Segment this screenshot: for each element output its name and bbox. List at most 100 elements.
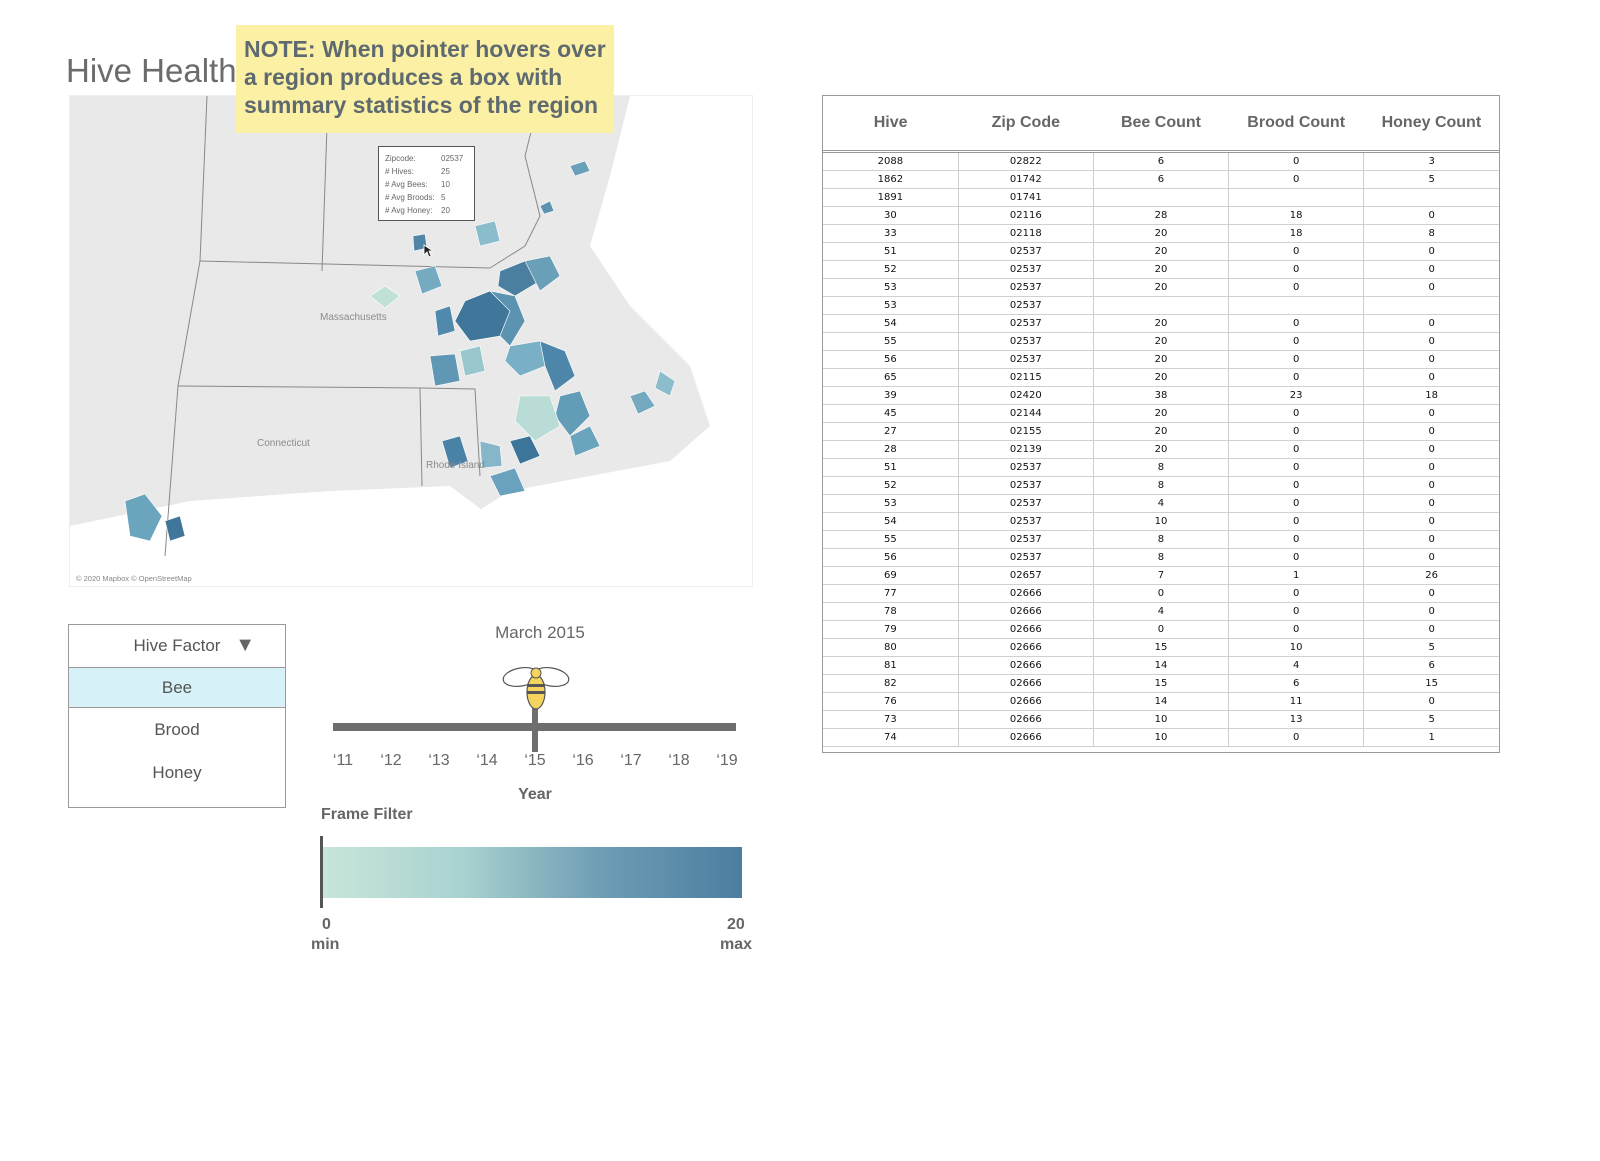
table-row[interactable]: 53 02537 20 0 0: [823, 278, 1499, 297]
table-cell: 0: [1363, 278, 1499, 297]
table-row[interactable]: 51 02537 8 0 0: [823, 458, 1499, 477]
table-row[interactable]: 27 02155 20 0 0: [823, 422, 1499, 441]
table-cell: 10: [1093, 728, 1230, 747]
column-header-brood-count[interactable]: Brood Count: [1228, 96, 1364, 153]
table-row[interactable]: 79 02666 0 0 0: [823, 620, 1499, 639]
table-cell: 69: [823, 566, 959, 585]
table-cell: 79: [823, 620, 959, 639]
table-cell: 0: [1363, 440, 1499, 459]
table-cell: 54: [823, 512, 959, 531]
table-row[interactable]: 1862 01742 6 0 5: [823, 170, 1499, 189]
page-title: Hive Health: [66, 52, 237, 90]
tick-label[interactable]: ‘13: [428, 752, 449, 770]
table-row[interactable]: 33 02118 20 18 8: [823, 224, 1499, 243]
table-row[interactable]: 2088 02822 6 0 3: [823, 151, 1499, 171]
table-cell: 23: [1228, 386, 1365, 405]
table-row[interactable]: 52 02537 20 0 0: [823, 260, 1499, 279]
table-cell: 1891: [823, 188, 959, 207]
bee-icon[interactable]: [498, 660, 574, 710]
table-row[interactable]: 74 02666 10 0 1: [823, 728, 1499, 747]
table-cell: 8: [1093, 476, 1230, 495]
tick-label[interactable]: ‘12: [380, 752, 401, 770]
table-row[interactable]: 78 02666 4 0 0: [823, 602, 1499, 621]
tooltip-row: # Avg Bees: 10: [385, 180, 450, 189]
column-header-honey-count[interactable]: Honey Count: [1363, 96, 1499, 153]
table-row[interactable]: 82 02666 15 6 15: [823, 674, 1499, 693]
table-cell: 3: [1363, 151, 1499, 171]
table-row[interactable]: 52 02537 8 0 0: [823, 476, 1499, 495]
table-row[interactable]: 55 02537 20 0 0: [823, 332, 1499, 351]
table-cell: 0: [1228, 260, 1365, 279]
table-cell: 10: [1093, 512, 1230, 531]
table-row[interactable]: 81 02666 14 4 6: [823, 656, 1499, 675]
table-cell: 52: [823, 476, 959, 495]
table-cell: 15: [1363, 674, 1499, 693]
table-row[interactable]: 54 02537 10 0 0: [823, 512, 1499, 531]
table-row[interactable]: 1891 01741: [823, 188, 1499, 207]
tick-label[interactable]: ‘17: [620, 752, 641, 770]
hive-factor-dropdown[interactable]: Hive Factor ▼ Bee Brood Honey: [68, 624, 286, 808]
map-attribution: © 2020 Mapbox © OpenStreetMap: [76, 574, 192, 583]
hive-data-table[interactable]: Hive Zip Code Bee Count Brood Count Hone…: [822, 95, 1500, 753]
table-cell: 0: [1228, 422, 1365, 441]
option-bee[interactable]: Bee: [69, 668, 285, 708]
table-cell: 02657: [958, 566, 1094, 585]
tick-label[interactable]: ‘18: [668, 752, 689, 770]
table-row[interactable]: 53 02537 4 0 0: [823, 494, 1499, 513]
table-cell: 8: [1093, 548, 1230, 567]
filter-min-value: 0: [322, 916, 331, 933]
table-row[interactable]: 51 02537 20 0 0: [823, 242, 1499, 261]
table-row[interactable]: 55 02537 8 0 0: [823, 530, 1499, 549]
column-header-hive[interactable]: Hive: [823, 96, 959, 153]
dropdown-arrow-icon[interactable]: ▼: [235, 634, 255, 657]
table-cell: [1363, 296, 1499, 315]
map-label-rhode-island: Rhode Island: [426, 460, 485, 471]
table-cell: 02116: [958, 206, 1094, 225]
table-cell: 0: [1228, 512, 1365, 531]
tick-label[interactable]: ‘19: [716, 752, 737, 770]
option-honey[interactable]: Honey: [69, 751, 285, 794]
table-cell: 15: [1093, 638, 1230, 657]
table-cell: 53: [823, 296, 959, 315]
table-cell: 76: [823, 692, 959, 711]
table-cell: 13: [1228, 710, 1365, 729]
table-cell: 0: [1363, 620, 1499, 639]
table-row[interactable]: 39 02420 38 23 18: [823, 386, 1499, 405]
table-cell: 0: [1363, 602, 1499, 621]
table-row[interactable]: 54 02537 20 0 0: [823, 314, 1499, 333]
table-cell: 78: [823, 602, 959, 621]
column-header-zip-code[interactable]: Zip Code: [958, 96, 1094, 153]
table-cell: 0: [1363, 458, 1499, 477]
table-cell: 1: [1228, 566, 1365, 585]
table-cell: 15: [1093, 674, 1230, 693]
table-row[interactable]: 45 02144 20 0 0: [823, 404, 1499, 423]
table-row[interactable]: 76 02666 14 11 0: [823, 692, 1499, 711]
table-row[interactable]: 65 02115 20 0 0: [823, 368, 1499, 387]
tick-label[interactable]: ‘14: [476, 752, 497, 770]
table-row[interactable]: 77 02666 0 0 0: [823, 584, 1499, 603]
table-cell: 1: [1363, 728, 1499, 747]
table-cell: 52: [823, 260, 959, 279]
table-cell: 5: [1363, 710, 1499, 729]
tick-label[interactable]: ‘16: [572, 752, 593, 770]
frame-filter-gradient[interactable]: [321, 847, 742, 898]
tick-label[interactable]: ‘11: [333, 752, 353, 770]
table-row[interactable]: 53 02537: [823, 296, 1499, 315]
column-header-bee-count[interactable]: Bee Count: [1093, 96, 1229, 153]
tick-label[interactable]: ‘15: [524, 752, 545, 770]
table-row[interactable]: 28 02139 20 0 0: [823, 440, 1499, 459]
option-brood[interactable]: Brood: [69, 708, 285, 751]
table-cell: 20: [1093, 422, 1230, 441]
frame-filter-handle[interactable]: [320, 836, 323, 908]
table-row[interactable]: 56 02537 20 0 0: [823, 350, 1499, 369]
table-cell: 02666: [958, 584, 1094, 603]
table-cell: 65: [823, 368, 959, 387]
table-row[interactable]: 73 02666 10 13 5: [823, 710, 1499, 729]
table-row[interactable]: 30 02116 28 18 0: [823, 206, 1499, 225]
table-row[interactable]: 80 02666 15 10 5: [823, 638, 1499, 657]
table-row[interactable]: 56 02537 8 0 0: [823, 548, 1499, 567]
hive-factor-header[interactable]: Hive Factor ▼: [69, 625, 285, 668]
table-cell: 0: [1228, 548, 1365, 567]
table-row[interactable]: 69 02657 7 1 26: [823, 566, 1499, 585]
table-cell: 51: [823, 242, 959, 261]
